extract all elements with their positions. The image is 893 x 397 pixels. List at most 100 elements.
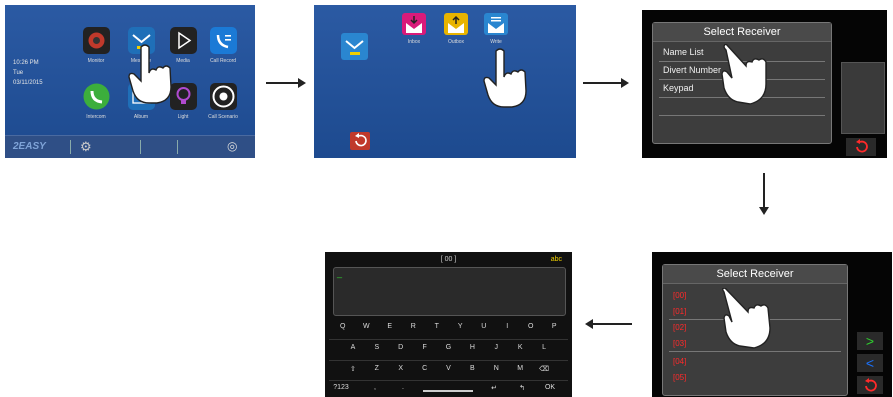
- hand-pointer-icon: [722, 288, 771, 349]
- flow-arrow: [583, 82, 623, 84]
- call-scenario-tile[interactable]: [210, 83, 237, 110]
- gear-icon[interactable]: ⚙: [80, 139, 92, 155]
- key[interactable]: ↰: [513, 384, 531, 392]
- receiver-entry[interactable]: [03]: [673, 339, 686, 348]
- intercom-tile[interactable]: [83, 83, 110, 110]
- message-screen-panel: Inbox Outbox Write: [314, 5, 576, 158]
- key[interactable]: P: [543, 323, 567, 330]
- clock-time: 10:26 PM: [13, 60, 39, 66]
- space-key[interactable]: [423, 390, 473, 392]
- message-header-icon: [341, 33, 368, 60]
- write-label: Write: [490, 39, 502, 45]
- back-icon: [355, 133, 367, 147]
- text-input-area[interactable]: _: [333, 267, 566, 316]
- keyboard-row: QWERTYUIOP: [325, 323, 572, 337]
- receiver-entry[interactable]: [01]: [673, 307, 686, 316]
- key[interactable]: R: [402, 323, 426, 330]
- text-cursor: _: [337, 268, 343, 278]
- inbox-icon: [402, 13, 426, 35]
- tile-label: Monitor: [87, 58, 105, 64]
- home-screen-panel: 10:26 PM Tue 03/11/2015 Monitor Message …: [5, 5, 255, 158]
- outbox-label: Outbox: [447, 39, 465, 45]
- key[interactable]: F: [413, 344, 437, 351]
- key[interactable]: Z: [365, 365, 389, 372]
- key[interactable]: I: [496, 323, 520, 330]
- key[interactable]: S: [365, 344, 389, 351]
- receiver-entry[interactable]: [04]: [673, 357, 686, 366]
- dialog-title: Select Receiver: [663, 265, 847, 284]
- keyboard-row: ?123,. ↵ ↰ OK: [325, 384, 572, 396]
- key[interactable]: ⇧: [341, 365, 365, 373]
- key[interactable]: E: [378, 323, 402, 330]
- key[interactable]: ,: [367, 384, 383, 391]
- inbox-button[interactable]: [402, 13, 426, 35]
- divider: [659, 115, 825, 116]
- hand-pointer-icon: [721, 44, 767, 105]
- outbox-button[interactable]: [444, 13, 468, 35]
- key[interactable]: C: [413, 365, 437, 372]
- key[interactable]: .: [395, 384, 411, 391]
- key[interactable]: A: [341, 344, 365, 351]
- arrow-head: [298, 78, 306, 88]
- key[interactable]: ⌫: [532, 365, 556, 373]
- key[interactable]: K: [508, 344, 532, 351]
- key[interactable]: X: [389, 365, 413, 372]
- key[interactable]: W: [355, 323, 379, 330]
- divider: [70, 140, 71, 154]
- flow-arrow: [592, 323, 632, 325]
- key[interactable]: B: [460, 365, 484, 372]
- name-list-option[interactable]: Name List: [663, 47, 704, 57]
- divider: [329, 360, 568, 361]
- outbox-icon: [444, 13, 468, 35]
- hand-pointer-icon: [128, 44, 172, 104]
- key[interactable]: H: [460, 344, 484, 351]
- prev-page-button[interactable]: <: [857, 354, 883, 372]
- tile-label: Light: [177, 114, 189, 120]
- clock-date: 03/11/2015: [13, 80, 43, 86]
- back-button[interactable]: [350, 132, 370, 150]
- receiver-entry[interactable]: [00]: [673, 291, 686, 300]
- key[interactable]: OK: [540, 384, 560, 391]
- back-icon: [865, 378, 877, 392]
- monitor-tile[interactable]: [83, 27, 110, 54]
- tile-label: Album: [133, 114, 149, 120]
- keypad-panel: [ 00 ] abc _ QWERTYUIOP ASDFGHJKL ⇧ Z X C V B…: [325, 252, 572, 397]
- key[interactable]: Y: [449, 323, 473, 330]
- key[interactable]: D: [389, 344, 413, 351]
- key[interactable]: G: [437, 344, 461, 351]
- key[interactable]: T: [425, 323, 449, 330]
- write-button[interactable]: [484, 13, 508, 35]
- select-receiver-panel-1: Select Receiver Name List Divert Number …: [642, 10, 887, 158]
- key[interactable]: V: [437, 365, 461, 372]
- key[interactable]: ↵: [485, 384, 503, 392]
- key[interactable]: Q: [331, 323, 355, 330]
- back-button[interactable]: [846, 138, 876, 156]
- input-mode-label[interactable]: abc: [551, 256, 562, 263]
- key[interactable]: L: [532, 344, 556, 351]
- arrow-head: [621, 78, 629, 88]
- power-icon[interactable]: ◎: [227, 139, 237, 153]
- key[interactable]: N: [484, 365, 508, 372]
- tile-label: Intercom: [86, 114, 106, 120]
- back-button[interactable]: [857, 376, 883, 394]
- divert-number-option[interactable]: Divert Number: [663, 65, 721, 75]
- divider: [329, 339, 568, 340]
- divider: [177, 140, 178, 154]
- arrow-head: [585, 319, 593, 329]
- key[interactable]: M: [508, 365, 532, 372]
- call-record-tile[interactable]: [210, 27, 237, 54]
- receiver-entry[interactable]: [02]: [673, 323, 686, 332]
- key[interactable]: U: [472, 323, 496, 330]
- flow-arrow: [763, 173, 765, 209]
- key[interactable]: ?123: [329, 384, 353, 391]
- camera-icon: [88, 32, 105, 49]
- inbox-label: Inbox: [407, 39, 421, 45]
- call-scenario-icon: [212, 85, 235, 108]
- key[interactable]: J: [484, 344, 508, 351]
- next-page-button[interactable]: >: [857, 332, 883, 350]
- keypad-option[interactable]: Keypad: [663, 83, 694, 93]
- receiver-entry[interactable]: [05]: [673, 373, 686, 382]
- keyboard-row: ⇧ Z X C V B N M ⌫: [325, 365, 572, 379]
- divider: [140, 140, 141, 154]
- key[interactable]: O: [519, 323, 543, 330]
